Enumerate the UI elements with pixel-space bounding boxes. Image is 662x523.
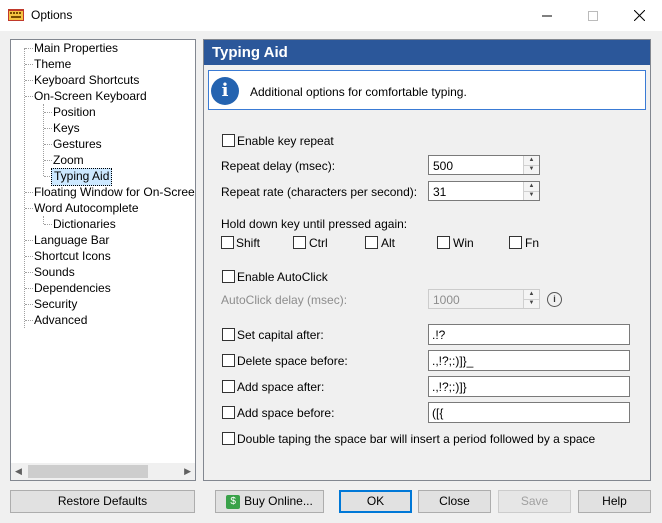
tree-item-word-autocomplete[interactable]: Word Autocomplete <box>32 200 141 216</box>
shift-label: Shift <box>236 236 261 250</box>
tree-item-on-screen-keyboard[interactable]: On-Screen Keyboard <box>32 88 149 104</box>
autoclick-delay-spinner[interactable]: 1000 ▲ ▼ <box>428 289 540 309</box>
tree-item-keyboard-shortcuts[interactable]: Keyboard Shortcuts <box>32 72 141 88</box>
save-button[interactable]: Save <box>498 490 571 513</box>
set-capital-after-input[interactable]: .!? <box>428 324 630 345</box>
delete-space-before-input[interactable]: .,!?;:)]}_ <box>428 350 630 371</box>
tree-item-theme[interactable]: Theme <box>32 56 73 72</box>
add-space-before-input[interactable]: ([{ <box>428 402 630 423</box>
spin-down-icon[interactable]: ▼ <box>524 299 539 308</box>
enable-key-repeat-checkbox[interactable] <box>222 134 235 147</box>
win-checkbox[interactable] <box>437 236 450 249</box>
tree-item-dictionaries[interactable]: Dictionaries <box>51 216 118 232</box>
tree-item-dependencies[interactable]: Dependencies <box>32 280 113 296</box>
delete-space-before-checkbox[interactable] <box>222 354 235 367</box>
tree-item-gestures[interactable]: Gestures <box>51 136 104 152</box>
tree-item-position[interactable]: Position <box>51 104 98 120</box>
buy-online-label: Buy Online... <box>244 494 313 508</box>
add-space-after-checkbox[interactable] <box>222 380 235 393</box>
shift-checkbox[interactable] <box>221 236 234 249</box>
info-icon: i <box>211 77 239 105</box>
alt-checkbox[interactable] <box>365 236 378 249</box>
restore-defaults-button[interactable]: Restore Defaults <box>10 490 195 513</box>
double-tap-checkbox[interactable] <box>222 432 235 445</box>
add-space-before-label: Add space before: <box>237 406 335 420</box>
tree-connector <box>24 48 25 328</box>
enable-key-repeat-label: Enable key repeat <box>237 134 334 148</box>
add-space-before-checkbox[interactable] <box>222 406 235 419</box>
fn-label: Fn <box>525 236 540 250</box>
horizontal-scrollbar[interactable]: ◀ ▶ <box>11 463 195 480</box>
maximize-icon <box>588 10 598 21</box>
tree-item-zoom[interactable]: Zoom <box>51 152 86 168</box>
set-capital-after-checkbox[interactable] <box>222 328 235 341</box>
close-icon <box>633 10 645 21</box>
tree-item-language-bar[interactable]: Language Bar <box>32 232 111 248</box>
hold-down-label: Hold down key until pressed again: <box>221 217 408 231</box>
ok-button[interactable]: OK <box>339 490 412 513</box>
tree-connector <box>43 104 44 176</box>
repeat-rate-label: Repeat rate (characters per second): <box>221 185 418 199</box>
set-capital-after-label: Set capital after: <box>237 328 324 342</box>
tree-item-main-properties[interactable]: Main Properties <box>32 40 120 56</box>
tree-connector <box>43 216 44 224</box>
scrollbar-thumb[interactable] <box>28 465 148 478</box>
ctrl-checkbox[interactable] <box>293 236 306 249</box>
win-label: Win <box>453 236 474 250</box>
add-space-after-label: Add space after: <box>237 380 325 394</box>
enable-autoclick-checkbox[interactable] <box>222 270 235 283</box>
alt-label: Alt <box>381 236 396 250</box>
close-window-button[interactable] <box>616 0 662 31</box>
scroll-right-icon[interactable]: ▶ <box>184 466 191 477</box>
cart-icon: $ <box>226 494 241 509</box>
ctrl-label: Ctrl <box>309 236 328 250</box>
autoclick-info-icon[interactable]: i <box>547 292 562 307</box>
buy-online-button[interactable]: $ Buy Online... <box>215 490 324 513</box>
spin-down-icon[interactable]: ▼ <box>524 165 539 174</box>
options-tree[interactable]: Main Properties Theme Keyboard Shortcuts… <box>10 39 196 481</box>
spin-down-icon[interactable]: ▼ <box>524 191 539 200</box>
tree-item-advanced[interactable]: Advanced <box>32 312 89 328</box>
info-text: Additional options for comfortable typin… <box>250 85 467 99</box>
tree-item-shortcut-icons[interactable]: Shortcut Icons <box>32 248 113 264</box>
panel-title: Typing Aid <box>204 40 650 65</box>
add-space-after-input[interactable]: .,!?;:)]} <box>428 376 630 397</box>
scroll-left-icon[interactable]: ◀ <box>15 466 22 477</box>
help-button[interactable]: Help <box>578 490 651 513</box>
window-title: Options <box>31 8 73 22</box>
close-button[interactable]: Close <box>418 490 491 513</box>
minimize-icon <box>542 15 552 16</box>
double-tap-label: Double taping the space bar will insert … <box>237 432 596 446</box>
repeat-rate-spinner[interactable]: 31 ▲ ▼ <box>428 181 540 201</box>
minimize-button[interactable] <box>524 0 570 31</box>
keyboard-app-icon <box>8 9 24 21</box>
fn-checkbox[interactable] <box>509 236 522 249</box>
tree-item-security[interactable]: Security <box>32 296 79 312</box>
tree-item-sounds[interactable]: Sounds <box>32 264 77 280</box>
maximize-button[interactable] <box>570 0 616 31</box>
repeat-delay-label: Repeat delay (msec): <box>221 159 336 173</box>
enable-autoclick-label: Enable AutoClick <box>237 270 328 284</box>
tree-item-keys[interactable]: Keys <box>51 120 82 136</box>
repeat-delay-spinner[interactable]: 500 ▲ ▼ <box>428 155 540 175</box>
tree-item-floating-window[interactable]: Floating Window for On-Screen Keyboard <box>32 184 195 200</box>
autoclick-delay-label: AutoClick delay (msec): <box>221 293 348 307</box>
delete-space-before-label: Delete space before: <box>237 354 348 368</box>
